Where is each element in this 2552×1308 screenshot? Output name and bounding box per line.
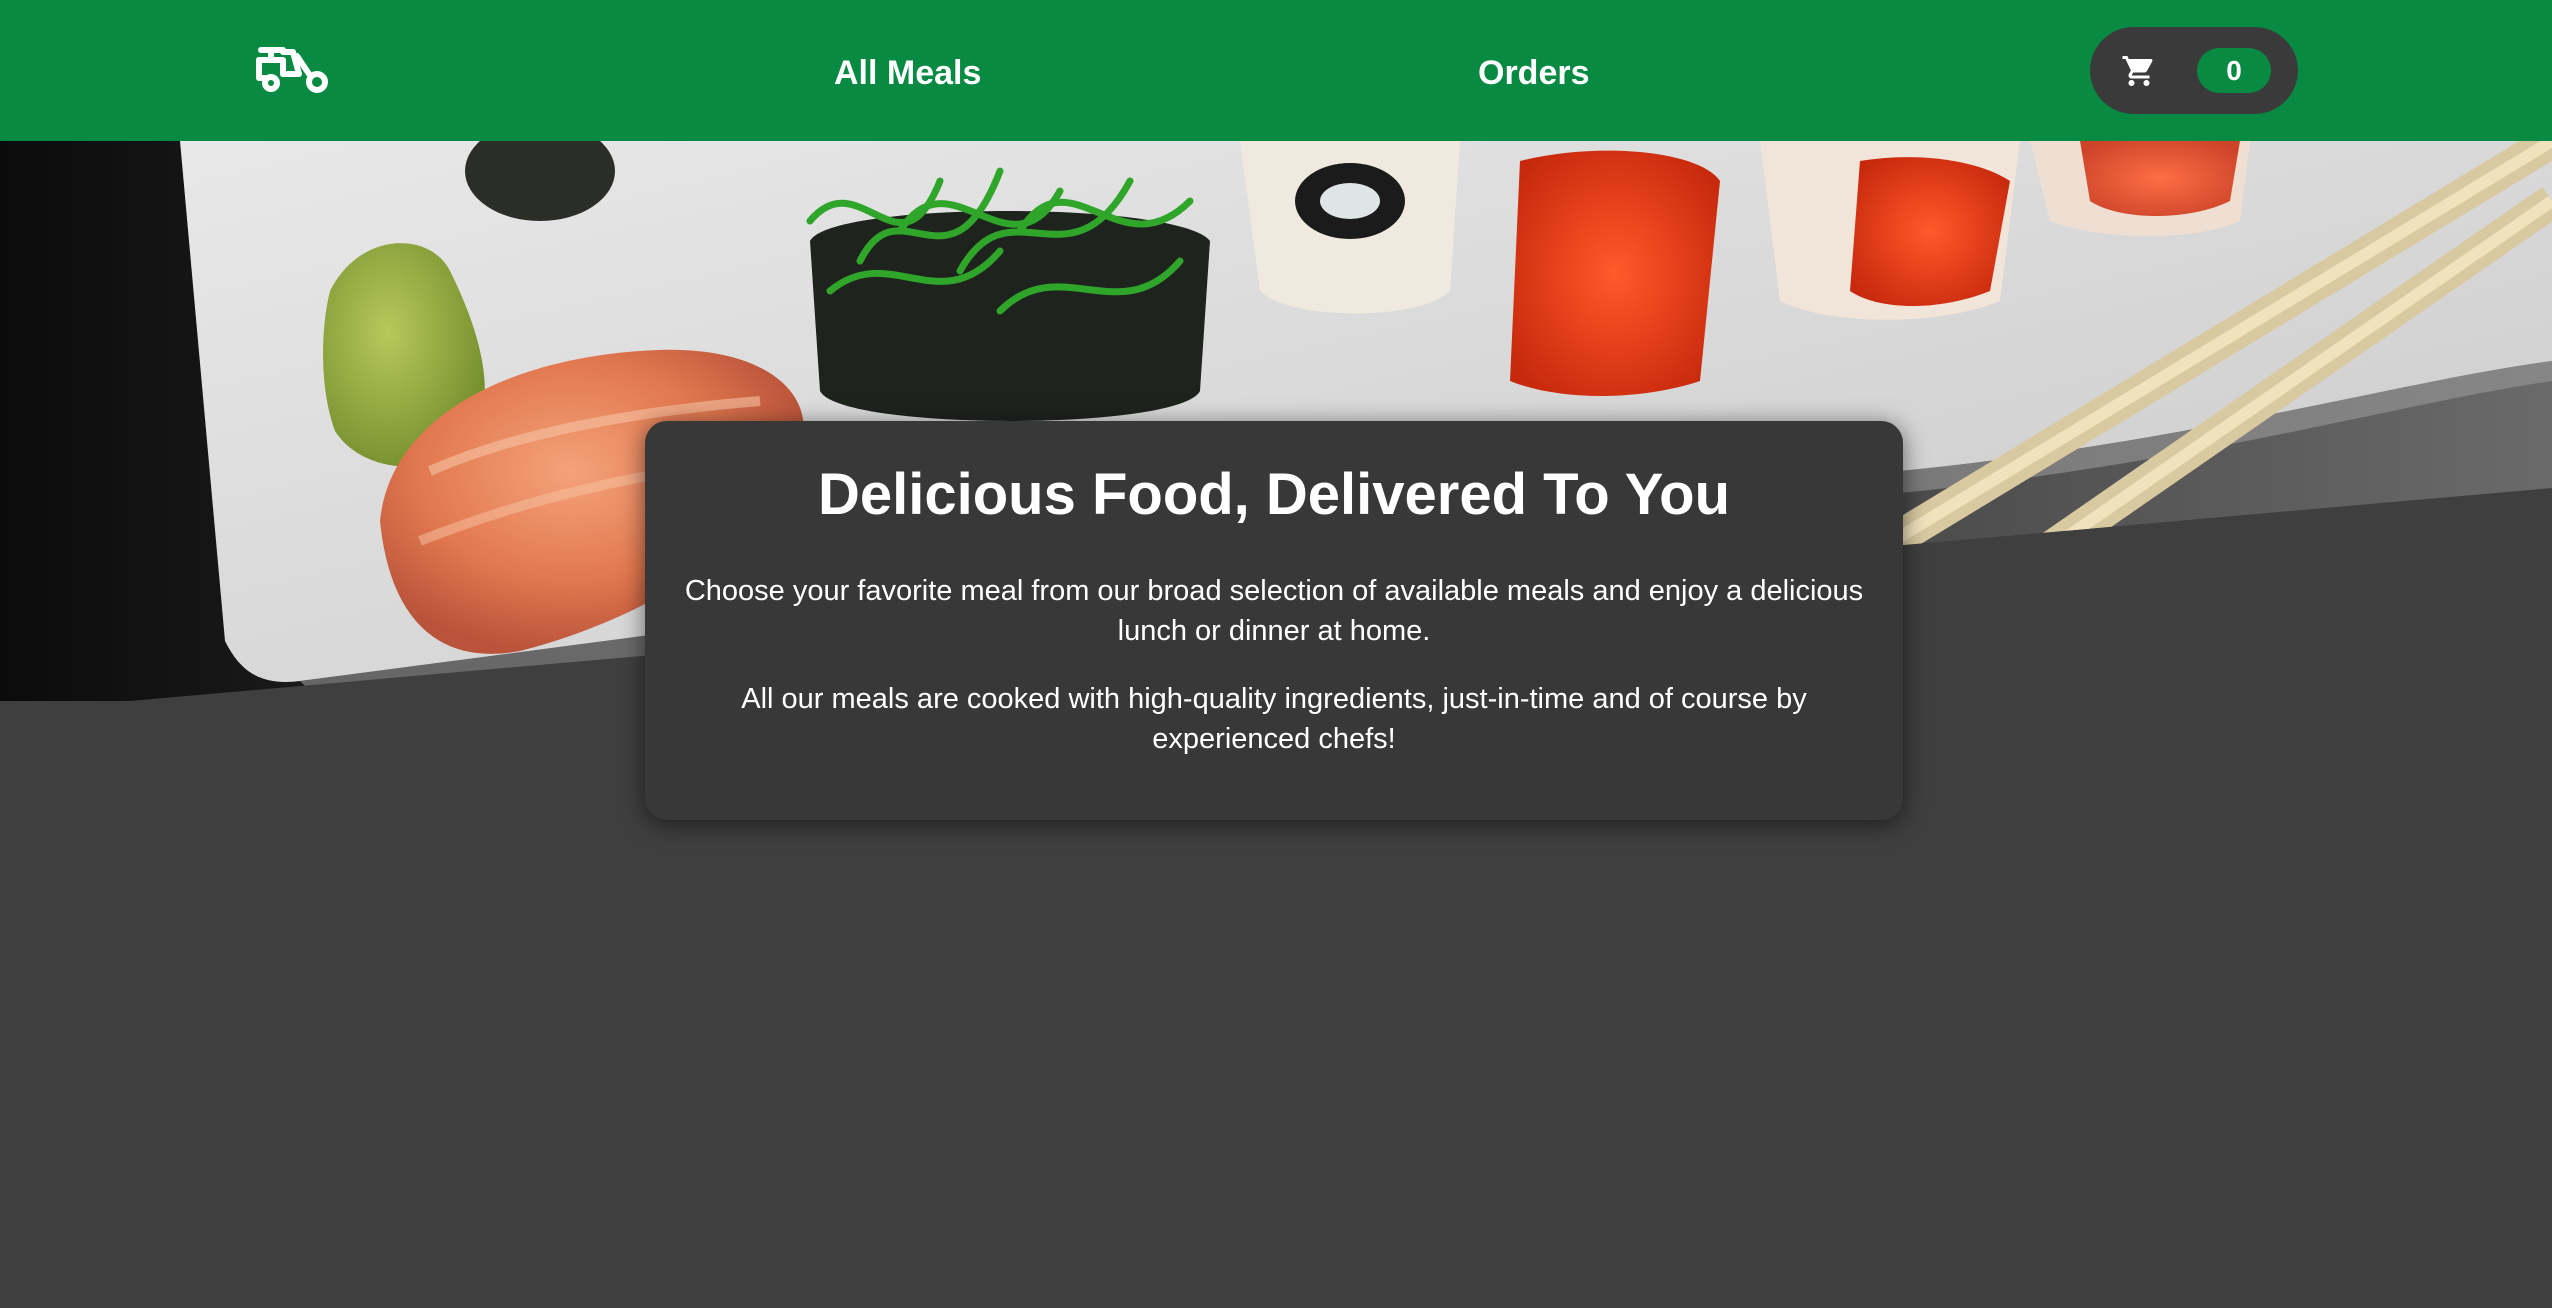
cart-count-badge: 0 xyxy=(2197,48,2271,93)
summary-card: Delicious Food, Delivered To You Choose … xyxy=(645,421,1903,820)
summary-paragraph-1: Choose your favorite meal from our broad… xyxy=(684,575,1864,647)
top-header: All Meals Orders 0 xyxy=(0,0,2552,141)
summary-paragraph-2: All our meals are cooked with high-quali… xyxy=(741,683,1807,755)
cart-button[interactable]: 0 xyxy=(2090,27,2298,114)
nav-all-meals-link[interactable]: All Meals xyxy=(834,48,981,98)
nav-orders-link[interactable]: Orders xyxy=(1478,48,1590,98)
summary-title: Delicious Food, Delivered To You xyxy=(817,462,1731,527)
shopping-cart-icon xyxy=(2122,56,2153,86)
scooter-icon[interactable] xyxy=(253,44,329,94)
